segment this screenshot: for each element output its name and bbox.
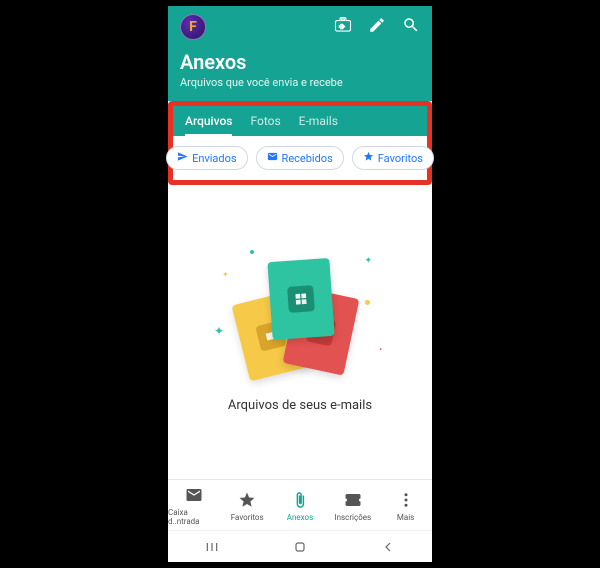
nav-more-label: Mais: [397, 513, 414, 522]
search-icon[interactable]: [402, 16, 420, 38]
sparkle-icon: ✦: [222, 270, 229, 279]
medkit-icon[interactable]: [334, 16, 352, 38]
chip-received-label: Recebidos: [282, 152, 333, 165]
nav-attachments[interactable]: Anexos: [274, 480, 327, 530]
more-icon: [397, 491, 415, 511]
bottom-nav: Caixa d..ntrada Favoritos Anexos Inscriç…: [168, 479, 432, 530]
mail-icon: [267, 151, 278, 165]
tab-emails[interactable]: E-mails: [299, 106, 338, 136]
top-icons: [334, 16, 420, 38]
nav-more[interactable]: Mais: [379, 480, 432, 530]
nav-favorites-label: Favoritos: [231, 513, 264, 522]
sys-recent[interactable]: [203, 538, 221, 556]
paperclip-icon: [291, 491, 309, 511]
nav-inbox-label: Caixa d..ntrada: [168, 508, 221, 526]
doc-sheet: [267, 257, 334, 339]
sparkle-icon: •: [379, 345, 382, 354]
send-icon: [177, 151, 188, 165]
star-icon: [238, 491, 256, 511]
filter-chips: Enviados Recebidos Favoritos: [173, 136, 427, 180]
edit-icon[interactable]: [368, 16, 386, 38]
sparkle-icon: ✦: [214, 324, 224, 338]
tabs-row: Arquivos Fotos E-mails: [173, 106, 427, 136]
nav-favorites[interactable]: Favoritos: [221, 480, 274, 530]
sparkle-icon: ✦: [364, 256, 372, 266]
nav-inbox[interactable]: Caixa d..ntrada: [168, 480, 221, 530]
chip-sent[interactable]: Enviados: [166, 146, 247, 170]
avatar[interactable]: F: [180, 14, 206, 40]
illustration: ✦ ✦ ✦ •: [220, 252, 380, 382]
nav-subscriptions[interactable]: Inscrições: [326, 480, 379, 530]
tab-photos[interactable]: Fotos: [250, 106, 280, 136]
empty-content: ✦ ✦ ✦ • Arquivos de seus e-mails: [168, 185, 432, 479]
nav-subscriptions-label: Inscrições: [334, 513, 371, 522]
sys-back[interactable]: [379, 538, 397, 556]
chip-sent-label: Enviados: [192, 152, 236, 165]
top-bar: F: [180, 14, 420, 40]
chip-received[interactable]: Recebidos: [256, 146, 344, 170]
page-title: Anexos: [180, 50, 420, 74]
star-icon: [363, 151, 374, 165]
chip-favorites[interactable]: Favoritos: [352, 146, 434, 170]
highlight-box: Arquivos Fotos E-mails Enviados Recebido…: [168, 101, 432, 185]
empty-text: Arquivos de seus e-mails: [228, 398, 372, 413]
nav-attachments-label: Anexos: [287, 513, 313, 522]
avatar-letter: F: [189, 19, 197, 35]
inbox-icon: [185, 486, 203, 506]
page-subtitle: Arquivos que você envia e recebe: [180, 76, 420, 89]
tab-files[interactable]: Arquivos: [185, 106, 232, 136]
phone-frame: F Anexos Arquivos que você envia e receb…: [168, 6, 432, 562]
sys-home[interactable]: [291, 538, 309, 556]
dot-icon: [250, 250, 254, 254]
chip-favorites-label: Favoritos: [378, 152, 423, 165]
system-nav: [168, 530, 432, 562]
app-header: F Anexos Arquivos que você envia e receb…: [168, 6, 432, 101]
ticket-icon: [344, 491, 362, 511]
dot-icon: [365, 300, 370, 305]
